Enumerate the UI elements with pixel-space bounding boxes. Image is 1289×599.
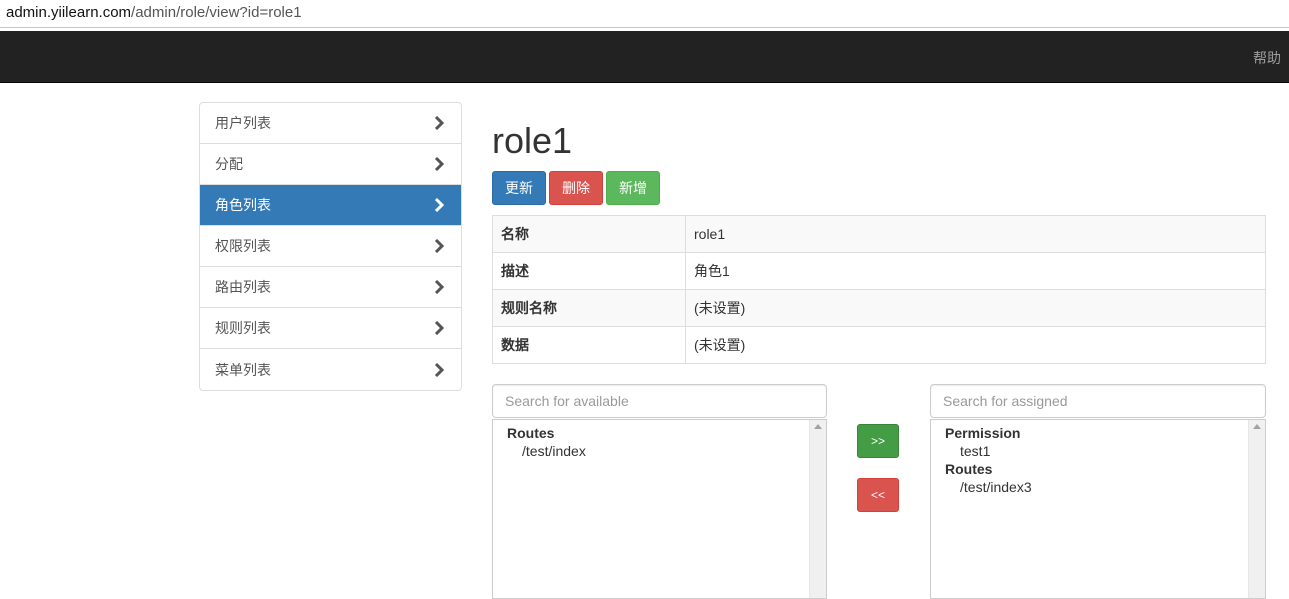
sidebar-item-label: 分配 — [215, 156, 243, 172]
detail-key: 数据 — [492, 326, 686, 364]
table-row: 描述 角色1 — [492, 252, 1266, 290]
sidebar-item-label: 菜单列表 — [215, 361, 271, 378]
chevron-right-icon — [432, 157, 446, 171]
delete-button[interactable]: 删除 — [549, 171, 603, 205]
sidebar: 用户列表 分配 角色列表 权限列表 路由列表 规则列表 菜单列表 — [199, 102, 462, 391]
detail-value: 角色1 — [685, 252, 1266, 290]
sidebar-item-menus[interactable]: 菜单列表 — [200, 349, 461, 390]
sidebar-item-label: 路由列表 — [215, 279, 271, 295]
sidebar-item-routes[interactable]: 路由列表 — [200, 267, 461, 308]
scroll-up-arrow-icon[interactable] — [814, 424, 822, 429]
remove-button[interactable]: << — [857, 478, 899, 512]
detail-value: role1 — [685, 215, 1266, 253]
scroll-up-arrow-icon[interactable] — [1253, 424, 1261, 429]
optgroup-label: Routes — [507, 425, 555, 441]
detail-key: 规则名称 — [492, 289, 686, 327]
table-row: 规则名称 (未设置) — [492, 289, 1266, 327]
sidebar-item-assignment[interactable]: 分配 — [200, 144, 461, 185]
scrollbar[interactable] — [1248, 420, 1265, 598]
sidebar-item-label: 角色列表 — [215, 197, 271, 213]
list-item[interactable]: test1 — [945, 442, 1251, 460]
page-title: role1 — [492, 120, 573, 161]
assigned-list[interactable]: Permission test1 Routes /test/index3 — [930, 419, 1266, 599]
table-row: 数据 (未设置) — [492, 326, 1266, 364]
available-list[interactable]: Routes /test/index — [492, 419, 827, 599]
sidebar-item-rules[interactable]: 规则列表 — [200, 308, 461, 349]
detail-table: 名称 role1 描述 角色1 规则名称 (未设置) 数据 (未设置) — [492, 215, 1266, 364]
sidebar-item-label: 规则列表 — [215, 320, 271, 336]
chevron-right-icon — [432, 321, 446, 335]
url-host: admin.yiilearn.com — [6, 4, 132, 21]
detail-key: 名称 — [492, 215, 686, 253]
address-bar[interactable]: admin.yiilearn.com/admin/role/view?id=ro… — [0, 0, 1289, 28]
create-button[interactable]: 新增 — [606, 171, 660, 205]
detail-value: (未设置) — [685, 289, 1266, 327]
list-item[interactable]: /test/index3 — [945, 478, 1251, 496]
chevron-right-icon — [432, 239, 446, 253]
chevron-right-icon — [432, 116, 446, 130]
action-buttons: 更新 删除 新增 — [492, 171, 660, 205]
scrollbar[interactable] — [809, 420, 826, 598]
sidebar-item-label: 用户列表 — [215, 115, 271, 131]
url-path: /admin/role/view?id=role1 — [131, 4, 302, 21]
sidebar-item-label: 权限列表 — [215, 238, 271, 254]
assign-button[interactable]: >> — [857, 424, 899, 458]
optgroup-label: Permission — [945, 425, 1021, 441]
sidebar-item-roles[interactable]: 角色列表 — [200, 185, 461, 226]
table-row: 名称 role1 — [492, 215, 1266, 253]
detail-value: (未设置) — [685, 326, 1266, 364]
optgroup-label: Routes — [945, 461, 993, 477]
search-assigned-input[interactable] — [930, 384, 1266, 418]
update-button[interactable]: 更新 — [492, 171, 546, 205]
detail-key: 描述 — [492, 252, 686, 290]
chevron-right-icon — [432, 362, 446, 377]
sidebar-item-permissions[interactable]: 权限列表 — [200, 226, 461, 267]
top-navbar: 帮助 — [0, 31, 1289, 83]
list-item[interactable]: /test/index — [507, 442, 812, 460]
search-available-input[interactable] — [492, 384, 827, 418]
help-link[interactable]: 帮助 — [1253, 48, 1281, 68]
sidebar-item-users[interactable]: 用户列表 — [200, 103, 461, 144]
chevron-right-icon — [432, 280, 446, 294]
chevron-right-icon — [432, 198, 446, 212]
